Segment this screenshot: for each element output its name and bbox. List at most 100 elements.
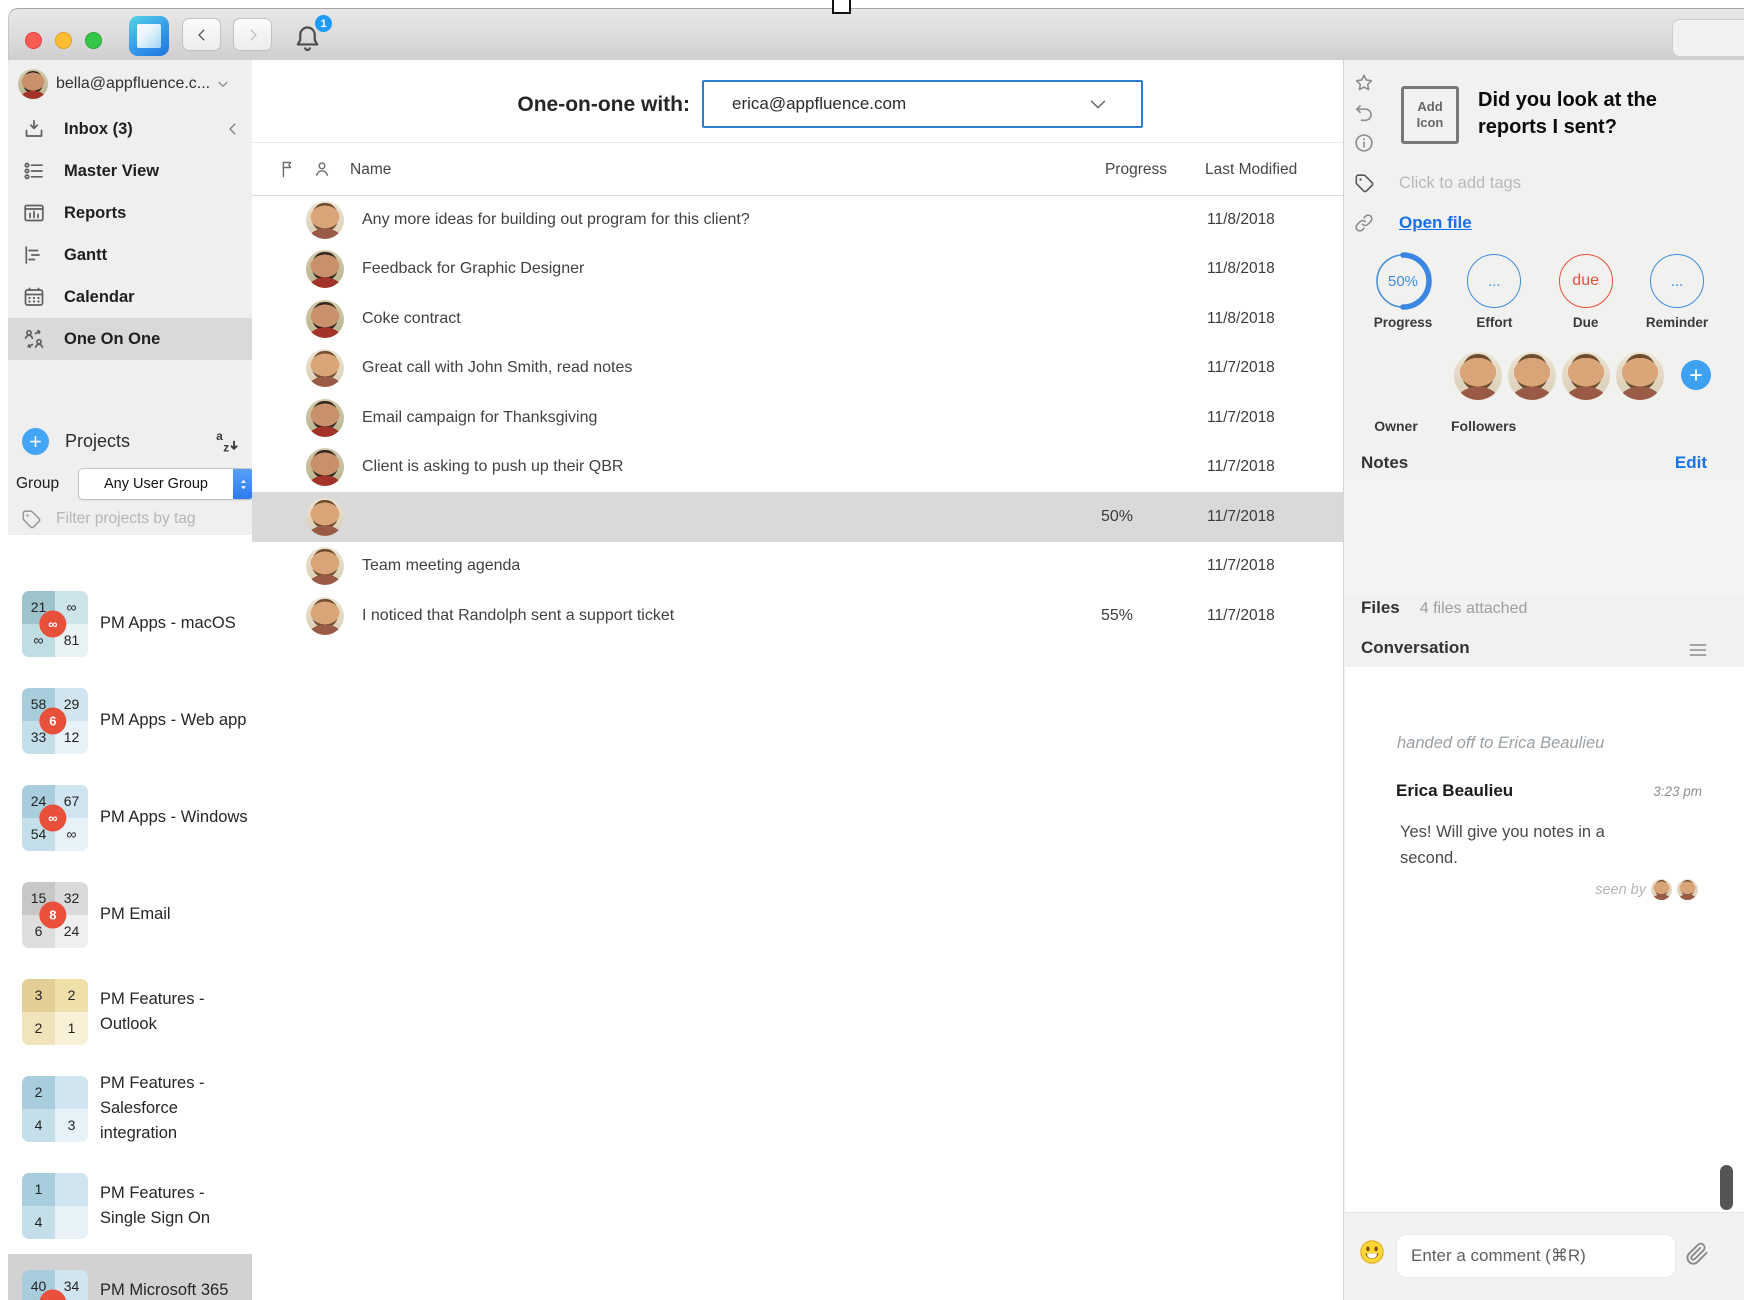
flag-column-icon[interactable] [278,159,298,179]
follower-avatar[interactable] [1616,352,1664,400]
conversation-area: handed off to Erica Beaulieu Erica Beaul… [1345,667,1744,1213]
metric-badge[interactable]: due Due [1555,254,1617,330]
metric-badge[interactable]: ... Reminder [1646,254,1708,330]
comment-input[interactable] [1396,1234,1676,1278]
table-row[interactable]: Team meeting agenda 11/7/2018 [252,542,1343,592]
sidebar-nav-item[interactable]: Inbox (3) [8,108,252,150]
system-message: handed off to Erica Beaulieu [1397,734,1604,753]
task-name: Email campaign for Thanksgiving [362,409,597,427]
chevleft-icon[interactable] [224,120,242,138]
scrollbar-thumb[interactable] [1720,1165,1733,1210]
follower-avatar[interactable] [1454,352,1502,400]
filter-projects-input[interactable]: Filter projects by tag [8,504,252,534]
sidebar-nav-item[interactable]: One On One [8,318,252,360]
sidebar-nav-label: One On One [64,330,160,349]
row-type-icon [270,505,298,529]
sidebar-nav-item[interactable]: Calendar [8,276,252,318]
column-last-modified[interactable]: Last Modified [1205,161,1297,179]
metric-label: Reminder [1646,315,1708,330]
close-window-button[interactable] [25,32,42,49]
add-project-button[interactable] [22,428,49,455]
zoom-window-button[interactable] [85,32,102,49]
back-button[interactable] [182,18,221,51]
stepper-icon [237,478,250,491]
table-row[interactable]: I noticed that Randolph sent a support t… [252,591,1343,641]
metric-label: Progress [1374,315,1433,330]
row-owner-avatar [306,547,344,585]
edit-notes-link[interactable]: Edit [1675,453,1707,473]
sidebar-nav-label: Inbox (3) [64,120,133,139]
emoji-button[interactable] [1358,1238,1386,1266]
column-progress[interactable]: Progress [1105,161,1167,179]
metric-badge[interactable]: 50% Progress [1372,254,1434,330]
item-title[interactable]: Did you look at the reports I sent? [1478,87,1686,140]
chevron-down-icon [1087,93,1109,115]
task-date: 11/7/2018 [1207,607,1275,625]
chevron-right-icon [244,26,262,44]
alarm-clock-icon [270,307,293,330]
table-row[interactable]: Any more ideas for building out program … [252,195,1343,245]
undo-icon[interactable] [1353,102,1375,124]
table-row[interactable]: Great call with John Smith, read notes 1… [252,344,1343,394]
add-icon-button[interactable]: Add Icon [1401,86,1459,144]
sidebar-nav-item[interactable]: Gantt [8,234,252,276]
table-row[interactable]: Feedback for Graphic Designer 11/8/2018 [252,245,1343,295]
cursor-artifact [832,0,851,14]
account-switcher[interactable]: bella@appfluence.c... [8,62,252,106]
phone-icon [270,208,293,231]
task-name: Client is asking to push up their QBR [362,458,623,476]
task-name: Coke contract [362,310,461,328]
star-icon[interactable] [1353,72,1375,94]
oneonone-icon [22,327,46,351]
paperclip-icon[interactable] [1684,1240,1711,1267]
message-body: Yes! Will give you notes in a second. [1400,820,1612,871]
plus-icon [28,434,43,449]
sort-az-icon[interactable]: az [214,428,240,454]
menu-icon[interactable] [1686,638,1710,662]
project-item[interactable]: 40 34 23 40 ∞ PM Microsoft 365 Integrati… [8,1254,252,1300]
metric-badges: 50% Progress ... Effort [1344,254,1744,330]
table-row[interactable]: Email campaign for Thanksgiving 11/7/201… [252,393,1343,443]
group-select[interactable]: Any User Group [78,468,254,500]
task-date: 11/7/2018 [1207,458,1275,476]
forward-button[interactable] [233,18,272,51]
follower-avatar[interactable] [1562,352,1610,400]
follower-avatar[interactable] [1508,352,1556,400]
partner-select[interactable]: erica@appfluence.com [702,80,1143,128]
owner-column-icon[interactable] [312,159,332,179]
row-owner-avatar [306,250,344,288]
add-follower-button[interactable] [1681,360,1711,390]
add-tags-field[interactable]: Click to add tags [1353,172,1521,194]
column-name[interactable]: Name [350,161,391,179]
notes-area[interactable] [1345,480,1744,595]
table-row[interactable]: Coke contract 11/8/2018 [252,294,1343,344]
table-row[interactable]: 50% 11/7/2018 [252,492,1343,542]
metric-badge[interactable]: ... Effort [1463,254,1525,330]
project-item[interactable]: 58 29 33 12 6 PM Apps - Web app [8,672,252,769]
open-file-link[interactable]: Open file [1399,213,1472,233]
files-row[interactable]: Files 4 files attached [1361,598,1527,618]
sidebar-nav-item[interactable]: Master View [8,150,252,192]
partner-select-value: erica@appfluence.com [732,94,1087,114]
message-time: 3:23 pm [1653,784,1702,799]
minimize-window-button[interactable] [55,32,72,49]
sidebar-nav-label: Calendar [64,288,135,307]
project-alert-badge: 6 [39,707,66,734]
task-date: 11/8/2018 [1207,310,1275,328]
group-select-value: Any User Group [79,476,233,492]
project-item[interactable]: 1 4 PM Features - Single Sign On [8,1157,252,1254]
sidebar-nav-item[interactable]: Reports [8,192,252,234]
project-item[interactable]: 2 4 3 PM Features - Salesforce integrati… [8,1060,252,1157]
toolbar-right-button[interactable] [1672,19,1744,57]
project-item[interactable]: 24 67 54 ∞ ∞ PM Apps - Windows [8,769,252,866]
project-item[interactable]: 21 ∞ ∞ 81 ∞ PM Apps - macOS [8,575,252,672]
notifications-button[interactable]: 1 [292,15,332,57]
project-item[interactable]: 3 2 2 1 PM Features - Outlook [8,963,252,1060]
info-icon[interactable] [1353,132,1375,154]
project-item[interactable]: 15 32 6 24 8 PM Email [8,866,252,963]
table-row[interactable]: Client is asking to push up their QBR 11… [252,443,1343,493]
row-owner-avatar [306,498,344,536]
task-progress: 55% [1043,607,1133,625]
project-name: PM Email [100,902,252,927]
row-type-icon [270,455,298,479]
